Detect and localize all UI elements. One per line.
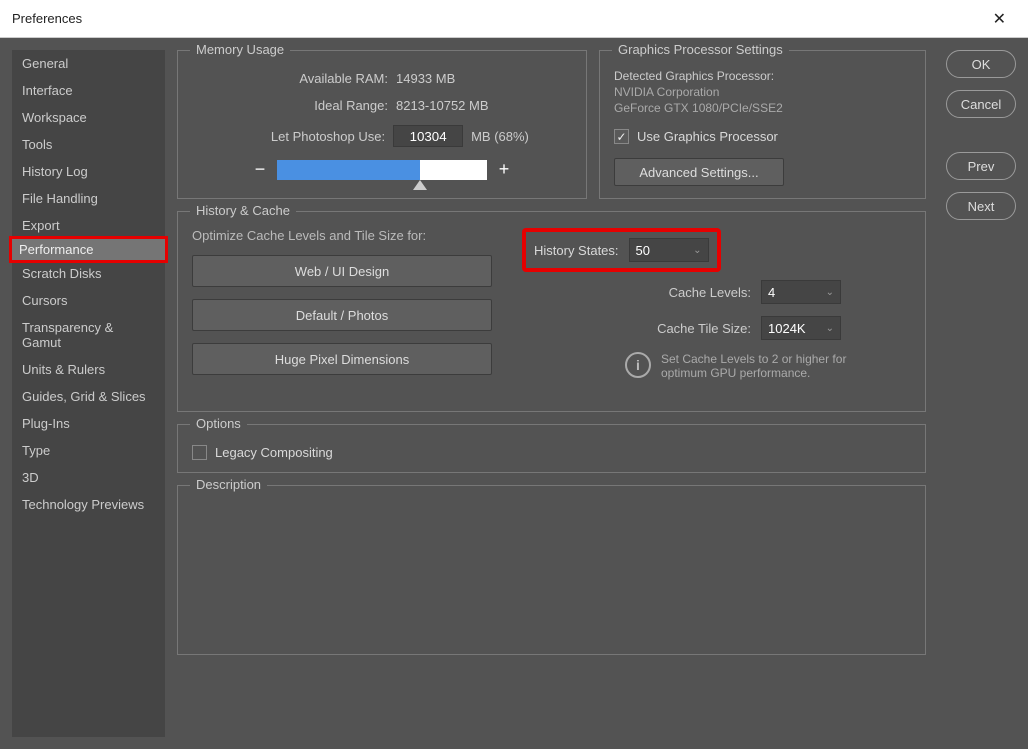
gpu-settings-group: Graphics Processor Settings Detected Gra… bbox=[599, 50, 926, 199]
memory-slider[interactable] bbox=[277, 160, 487, 180]
top-row: Memory Usage Available RAM: 14933 MB Ide… bbox=[177, 50, 926, 199]
titlebar: Preferences ✕ bbox=[0, 0, 1028, 38]
gpu-device: GeForce GTX 1080/PCIe/SSE2 bbox=[614, 101, 911, 115]
preset-default-photos-button[interactable]: Default / Photos bbox=[192, 299, 492, 331]
preferences-content: General Interface Workspace Tools Histor… bbox=[0, 38, 1028, 749]
gpu-vendor: NVIDIA Corporation bbox=[614, 85, 911, 99]
main-panel: Memory Usage Available RAM: 14933 MB Ide… bbox=[177, 50, 926, 737]
memory-usage-group: Memory Usage Available RAM: 14933 MB Ide… bbox=[177, 50, 587, 199]
legacy-compositing-checkbox[interactable]: ✓ bbox=[192, 445, 207, 460]
options-legend: Options bbox=[190, 416, 247, 431]
detected-gpu-label: Detected Graphics Processor: bbox=[614, 69, 911, 83]
window-title: Preferences bbox=[12, 11, 82, 26]
ideal-range-label: Ideal Range: bbox=[238, 98, 388, 113]
dialog-buttons: OK Cancel Prev Next bbox=[946, 50, 1016, 220]
description-legend: Description bbox=[190, 477, 267, 492]
history-cache-group: History & Cache Optimize Cache Levels an… bbox=[177, 211, 926, 412]
next-button[interactable]: Next bbox=[946, 192, 1016, 220]
cache-levels-value: 4 bbox=[768, 285, 775, 300]
sidebar-item-history-log[interactable]: History Log bbox=[12, 158, 165, 185]
available-ram-value: 14933 MB bbox=[396, 71, 526, 86]
history-states-value: 50 bbox=[636, 243, 650, 258]
sidebar-item-guides-grid-slices[interactable]: Guides, Grid & Slices bbox=[12, 383, 165, 410]
history-states-input[interactable]: 50 ⌄ bbox=[629, 238, 709, 262]
sidebar-item-3d[interactable]: 3D bbox=[12, 464, 165, 491]
memory-slider-fill bbox=[277, 160, 420, 180]
sidebar-item-cursors[interactable]: Cursors bbox=[12, 287, 165, 314]
history-states-highlight: History States: 50 ⌄ bbox=[522, 228, 721, 272]
let-photoshop-use-input[interactable] bbox=[393, 125, 463, 147]
optimize-label: Optimize Cache Levels and Tile Size for: bbox=[192, 228, 492, 243]
let-photoshop-use-label: Let Photoshop Use: bbox=[235, 129, 385, 144]
info-icon: i bbox=[625, 352, 651, 378]
cache-tile-size-input[interactable]: 1024K ⌄ bbox=[761, 316, 841, 340]
sidebar-item-file-handling[interactable]: File Handling bbox=[12, 185, 165, 212]
sidebar-item-type[interactable]: Type bbox=[12, 437, 165, 464]
sidebar-item-transparency-gamut[interactable]: Transparency & Gamut bbox=[12, 314, 165, 356]
use-gpu-label: Use Graphics Processor bbox=[637, 129, 778, 144]
sidebar-item-workspace[interactable]: Workspace bbox=[12, 104, 165, 131]
sidebar-item-technology-previews[interactable]: Technology Previews bbox=[12, 491, 165, 518]
sidebar-item-interface[interactable]: Interface bbox=[12, 77, 165, 104]
sidebar-item-export[interactable]: Export bbox=[12, 212, 165, 239]
sidebar-item-general[interactable]: General bbox=[12, 50, 165, 77]
cache-info-text: Set Cache Levels to 2 or higher for opti… bbox=[661, 352, 861, 380]
sidebar-item-tools[interactable]: Tools bbox=[12, 131, 165, 158]
memory-usage-legend: Memory Usage bbox=[190, 42, 290, 57]
description-group: Description bbox=[177, 485, 926, 655]
cache-levels-label: Cache Levels: bbox=[669, 285, 751, 300]
cache-levels-input[interactable]: 4 ⌄ bbox=[761, 280, 841, 304]
plus-icon[interactable]: + bbox=[495, 159, 513, 180]
ok-button[interactable]: OK bbox=[946, 50, 1016, 78]
sidebar-item-plug-ins[interactable]: Plug-Ins bbox=[12, 410, 165, 437]
cancel-button[interactable]: Cancel bbox=[946, 90, 1016, 118]
options-group: Options ✓ Legacy Compositing bbox=[177, 424, 926, 473]
chevron-down-icon[interactable]: ⌄ bbox=[826, 287, 834, 298]
sidebar-item-units-rulers[interactable]: Units & Rulers bbox=[12, 356, 165, 383]
preset-huge-pixel-button[interactable]: Huge Pixel Dimensions bbox=[192, 343, 492, 375]
legacy-compositing-label: Legacy Compositing bbox=[215, 445, 333, 460]
gpu-legend: Graphics Processor Settings bbox=[612, 42, 789, 57]
history-cache-legend: History & Cache bbox=[190, 203, 296, 218]
history-states-label: History States: bbox=[534, 243, 619, 258]
cache-tile-size-value: 1024K bbox=[768, 321, 806, 336]
close-icon[interactable]: ✕ bbox=[983, 3, 1016, 35]
chevron-down-icon[interactable]: ⌄ bbox=[693, 245, 701, 256]
cache-tile-size-label: Cache Tile Size: bbox=[657, 321, 751, 336]
preset-web-ui-button[interactable]: Web / UI Design bbox=[192, 255, 492, 287]
let-photoshop-use-suffix: MB (68%) bbox=[471, 129, 529, 144]
chevron-down-icon[interactable]: ⌄ bbox=[826, 323, 834, 334]
memory-slider-thumb[interactable] bbox=[413, 180, 427, 190]
ideal-range-value: 8213-10752 MB bbox=[396, 98, 526, 113]
advanced-settings-button[interactable]: Advanced Settings... bbox=[614, 158, 784, 186]
prev-button[interactable]: Prev bbox=[946, 152, 1016, 180]
minus-icon[interactable]: − bbox=[251, 159, 269, 180]
sidebar-item-performance[interactable]: Performance bbox=[9, 236, 168, 263]
sidebar-item-scratch-disks[interactable]: Scratch Disks bbox=[12, 260, 165, 287]
available-ram-label: Available RAM: bbox=[238, 71, 388, 86]
use-gpu-checkbox[interactable]: ✓ bbox=[614, 129, 629, 144]
preferences-sidebar: General Interface Workspace Tools Histor… bbox=[12, 50, 165, 737]
